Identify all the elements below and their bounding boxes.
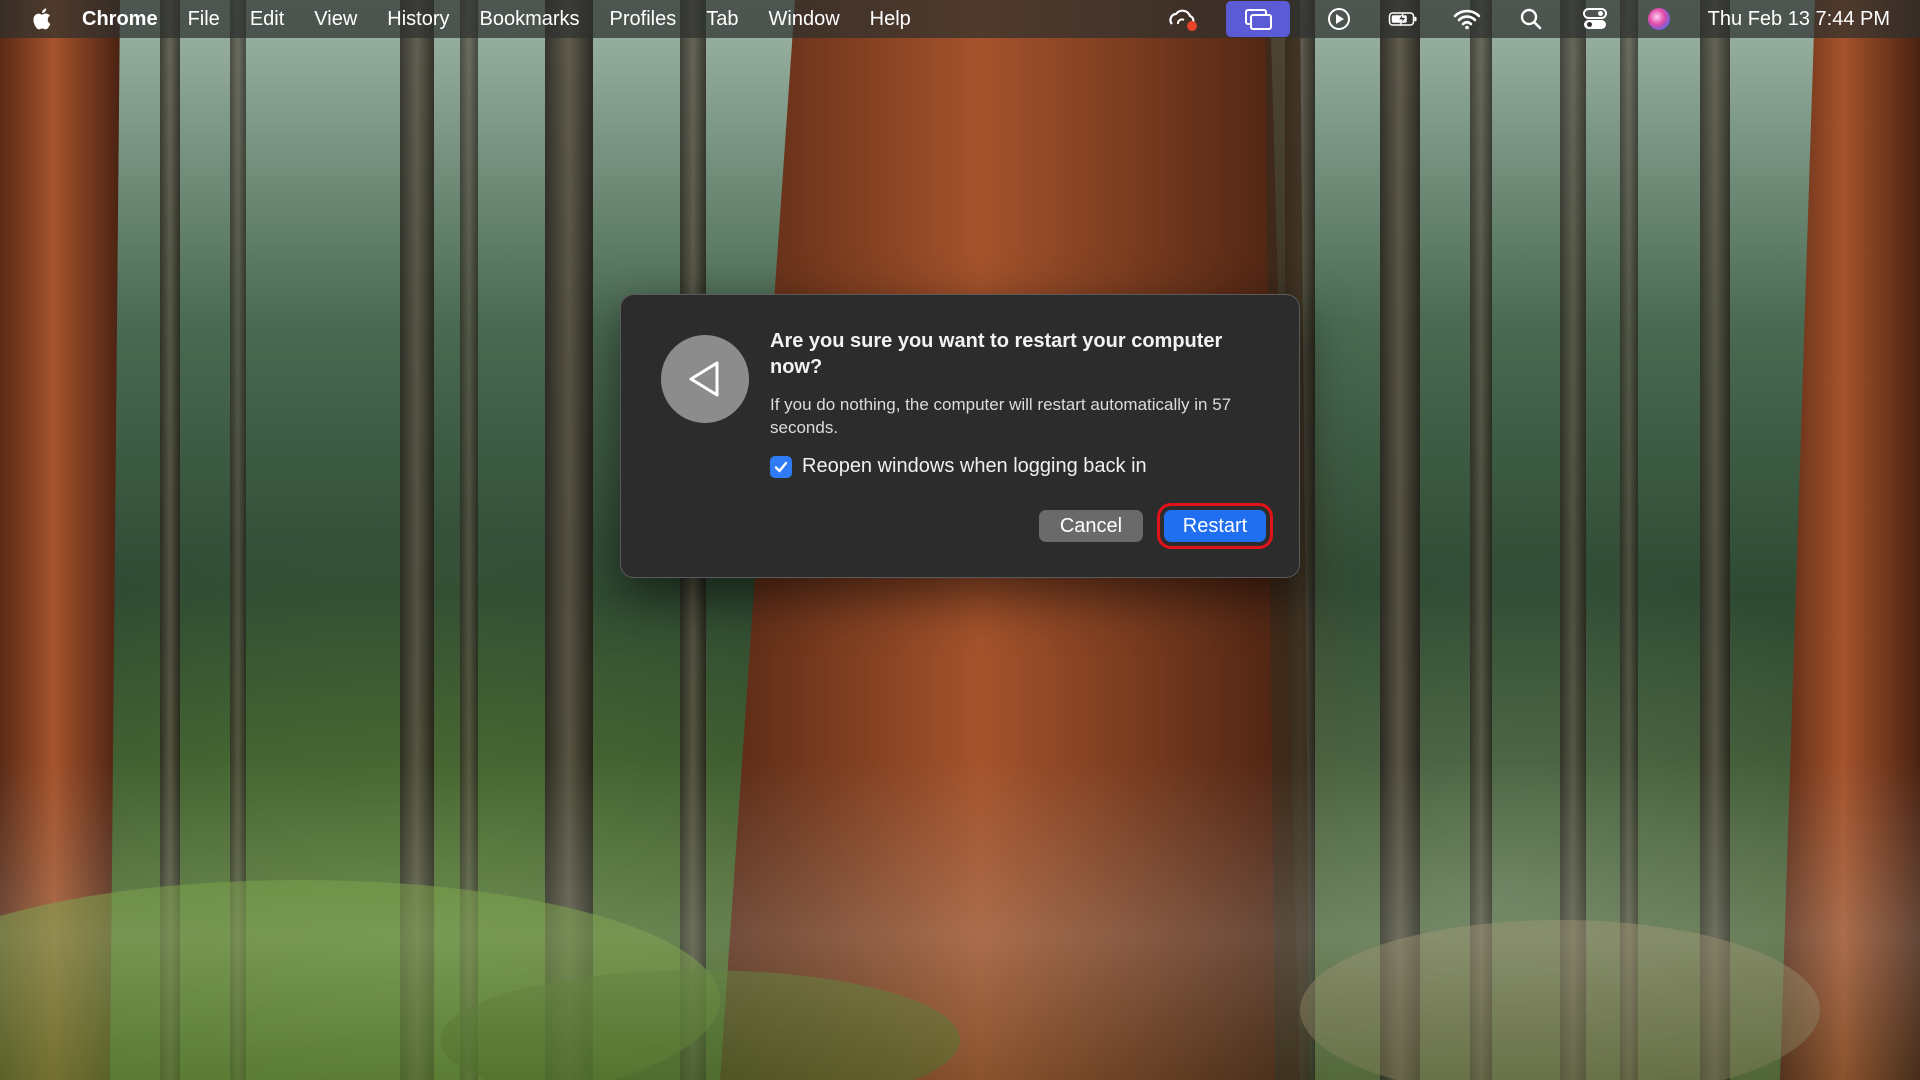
play-icon[interactable]	[1324, 4, 1354, 34]
menu-bar-clock[interactable]: Thu Feb 13 7:44 PM	[1708, 8, 1890, 31]
menu-history[interactable]: History	[387, 8, 449, 31]
menu-window[interactable]: Window	[769, 8, 840, 31]
reopen-windows-label[interactable]: Reopen windows when logging back in	[802, 455, 1147, 478]
reopen-windows-option[interactable]: Reopen windows when logging back in	[770, 455, 1147, 478]
restart-confirmation-dialog: Are you sure you want to restart your co…	[620, 294, 1300, 578]
menu-help[interactable]: Help	[870, 8, 911, 31]
restart-button[interactable]: Restart	[1157, 503, 1273, 549]
apple-menu-icon[interactable]	[30, 6, 56, 32]
wifi-icon[interactable]	[1452, 4, 1482, 34]
menu-profiles[interactable]: Profiles	[610, 8, 677, 31]
menu-tab[interactable]: Tab	[706, 8, 738, 31]
siri-icon[interactable]	[1644, 4, 1674, 34]
dialog-title: Are you sure you want to restart your co…	[770, 330, 1223, 378]
restart-icon	[661, 335, 749, 423]
menu-file[interactable]: File	[188, 8, 220, 31]
control-center-icon[interactable]	[1580, 4, 1610, 34]
menu-bar: Chrome File Edit View History Bookmarks …	[0, 0, 1920, 38]
screen-mirroring-icon[interactable]	[1225, 1, 1290, 37]
dialog-message: If you do nothing, the computer will res…	[770, 395, 1232, 437]
battery-charging-icon[interactable]	[1388, 4, 1418, 34]
cancel-button[interactable]: Cancel	[1039, 510, 1143, 542]
menu-bookmarks[interactable]: Bookmarks	[480, 8, 580, 31]
menu-view[interactable]: View	[314, 8, 357, 31]
reopen-windows-checkbox[interactable]	[770, 455, 792, 478]
menu-app-name[interactable]: Chrome	[82, 8, 158, 31]
spotlight-search-icon[interactable]	[1516, 4, 1546, 34]
creative-cloud-icon[interactable]	[1168, 4, 1198, 34]
checkmark-icon	[774, 461, 788, 472]
wallpaper-fog	[0, 760, 1920, 1080]
menu-edit[interactable]: Edit	[250, 8, 284, 31]
